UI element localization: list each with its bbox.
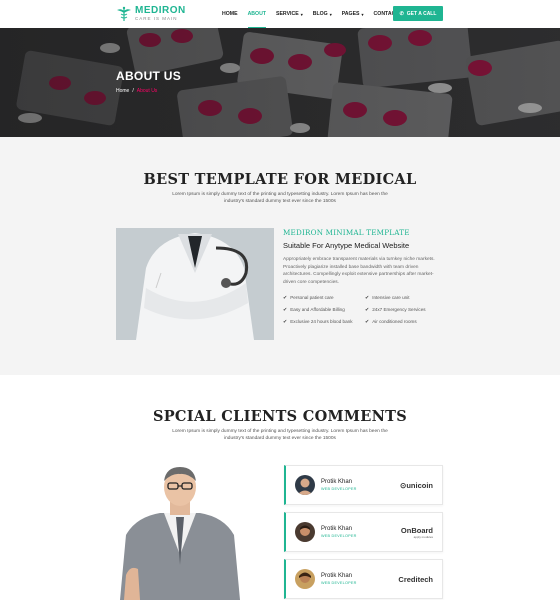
caduceus-icon — [117, 6, 131, 21]
nav-label: ABOUT — [247, 11, 267, 17]
client-name: Protik Khan — [321, 573, 353, 579]
avatar — [295, 475, 315, 495]
nav-item-pages[interactable]: PAGES ▾ — [342, 0, 364, 28]
check-icon: ✔ — [365, 318, 370, 325]
breadcrumb: Home / About Us — [116, 88, 157, 94]
feature-item: ✔ 24x7 Emergency Services — [365, 307, 445, 313]
nav-label: HOME — [222, 11, 238, 17]
info-title: MEDIRON MINIMAL TEMPLATE — [283, 228, 410, 237]
cta-label: GET A CALL — [406, 10, 437, 17]
section-title: BEST TEMPLATE FOR MEDICAL — [143, 171, 417, 188]
section-subtitle: Lorem Ipsum is simply dummy text of the … — [172, 192, 388, 205]
section-title: SPCIAL CLIENTS COMMENTS — [152, 408, 408, 425]
brand-tagline: CARE IS MAIN — [135, 16, 178, 22]
feature-label: Easy and Affordable Billing — [290, 307, 345, 313]
client-role: WEB DEVELOPER — [321, 534, 357, 538]
client-role: WEB DEVELOPER — [321, 581, 357, 585]
check-icon: ✔ — [365, 306, 370, 313]
hero-overlay — [0, 28, 560, 137]
client-role: WEB DEVELOPER — [321, 487, 357, 491]
chevron-down-icon: ▾ — [361, 11, 364, 17]
feature-label: Intensive care unit — [372, 295, 410, 301]
site-header: MEDIRON CARE IS MAIN HOME ABOUT SERVICE ▾… — [0, 0, 560, 28]
feature-item: ✔ Exclusive 24 hours blood bank — [283, 319, 365, 325]
breadcrumb-home[interactable]: Home — [116, 88, 129, 94]
check-icon: ✔ — [283, 306, 288, 313]
feature-label: 24x7 Emergency Services — [372, 307, 426, 313]
client-card[interactable]: Protik Khan WEB DEVELOPER OnBoard apply m… — [284, 512, 443, 552]
nav-item-service[interactable]: SERVICE ▾ — [276, 0, 303, 28]
breadcrumb-current: About Us — [136, 88, 158, 94]
brand-label: unicoin — [406, 480, 433, 490]
page-title: ABOUT US — [116, 69, 182, 83]
nav-item-blog[interactable]: BLOG ▾ — [313, 0, 332, 28]
client-card[interactable]: Protik Khan WEB DEVELOPER Creditech — [284, 559, 443, 599]
main-nav: HOME ABOUT SERVICE ▾ BLOG ▾ PAGES ▾ CONTACT — [222, 0, 409, 28]
page-hero: ABOUT US Home / About Us — [0, 28, 560, 137]
brand-label: Creditech — [398, 574, 433, 584]
info-text: Appropriately embrace transparent materi… — [283, 257, 435, 286]
feature-label: Exclusive 24 hours blood bank — [290, 319, 353, 325]
client-card[interactable]: Protik Khan WEB DEVELOPER ⊙unicoin — [284, 465, 443, 505]
brand-label: OnBoard — [400, 525, 433, 535]
section-subtitle: Lorem Ipsum is simply dummy text of the … — [172, 429, 388, 442]
client-name: Protik Khan — [321, 479, 353, 485]
phone-icon: ✆ — [399, 10, 404, 17]
feature-item: ✔ Intensive care unit — [365, 295, 445, 301]
chevron-down-icon: ▾ — [300, 11, 303, 17]
nav-label: BLOG — [312, 11, 328, 17]
avatar — [295, 522, 315, 542]
onboard-logo-icon: OnBoard apply modules — [401, 526, 433, 539]
brand-name: MEDIRON — [135, 5, 186, 17]
check-icon: ✔ — [365, 294, 370, 301]
about-section: BEST TEMPLATE FOR MEDICAL Lorem Ipsum is… — [0, 137, 560, 375]
nav-item-about[interactable]: ABOUT — [247, 0, 267, 28]
brand-tag: apply modules — [413, 534, 433, 539]
clients-section: SPCIAL CLIENTS COMMENTS Lorem Ipsum is s… — [0, 375, 560, 600]
nav-label: PAGES — [341, 11, 360, 17]
logo[interactable]: MEDIRON CARE IS MAIN — [116, 6, 186, 22]
nav-label: SERVICE — [276, 11, 299, 17]
feature-list: ✔ Personal patient care ✔ Intensive care u… — [283, 295, 445, 325]
businessman-image — [116, 465, 244, 600]
breadcrumb-separator: / — [132, 88, 134, 94]
unicoin-logo-icon: ⊙unicoin — [400, 480, 433, 490]
feature-label: Air conditioned rooms — [372, 319, 417, 325]
info-panel: MEDIRON MINIMAL TEMPLATE Suitable For An… — [283, 228, 445, 325]
check-icon: ✔ — [283, 294, 288, 301]
get-a-call-button[interactable]: ✆ GET A CALL — [393, 6, 443, 21]
feature-item: ✔ Air conditioned rooms — [365, 319, 445, 325]
info-subtitle: Suitable For Anytype Medical Website — [283, 241, 410, 250]
feature-item: ✔ Easy and Affordable Billing — [283, 307, 365, 313]
check-icon: ✔ — [283, 318, 288, 325]
chevron-down-icon: ▾ — [329, 11, 332, 17]
doctor-image — [116, 228, 274, 340]
avatar — [295, 569, 315, 589]
feature-label: Personal patient care — [290, 295, 334, 301]
client-name: Protik Khan — [321, 526, 353, 532]
creditech-logo-icon: Creditech — [398, 575, 433, 584]
nav-item-home[interactable]: HOME — [222, 0, 238, 28]
feature-item: ✔ Personal patient care — [283, 295, 365, 301]
